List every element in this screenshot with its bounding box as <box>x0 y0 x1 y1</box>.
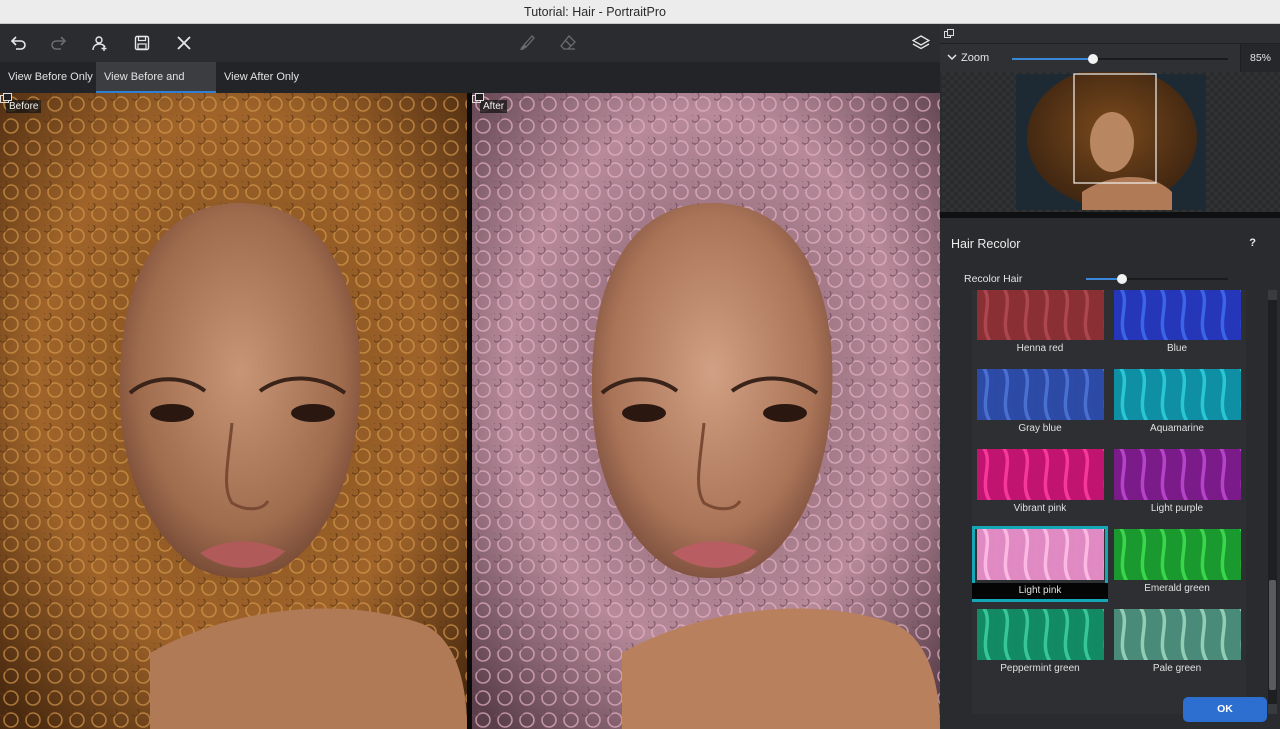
tab-view-before-and-after[interactable]: View Before and After <box>96 62 216 114</box>
help-button[interactable]: ? <box>1249 237 1256 249</box>
editor-area: View Before Only View Before and After V… <box>0 24 940 729</box>
swatch-pale-green[interactable]: Pale green <box>1109 606 1245 682</box>
swatch-preview <box>977 369 1104 420</box>
swatch-label: Emerald green <box>1144 583 1210 594</box>
title-bar: Tutorial: Hair - PortraitPro <box>0 0 1280 24</box>
swatch-label: Light pink <box>972 583 1108 599</box>
zoom-row: Zoom 85% <box>940 44 1280 72</box>
brush-icon[interactable] <box>516 32 538 54</box>
save-icon[interactable] <box>131 32 153 54</box>
redo-icon[interactable] <box>48 32 70 54</box>
swatch-light-purple[interactable]: Light purple <box>1109 446 1245 522</box>
swatch-light-pink[interactable]: Light pink <box>972 526 1108 602</box>
swatch-preview <box>977 449 1104 500</box>
zoom-label: Zoom <box>961 52 990 64</box>
window-title: Tutorial: Hair - PortraitPro <box>524 5 666 19</box>
panel-title: Hair Recolor <box>951 237 1021 251</box>
panel-header-strip <box>940 24 1280 44</box>
layers-icon[interactable] <box>910 32 932 54</box>
close-icon[interactable] <box>173 32 195 54</box>
color-swatch-grid: Henna red Blue Gray blue Aquamarine Vibr… <box>972 290 1246 714</box>
swatch-label: Peppermint green <box>1000 663 1080 674</box>
swatch-aquamarine[interactable]: Aquamarine <box>1109 366 1245 442</box>
undo-icon[interactable] <box>7 32 29 54</box>
add-person-icon[interactable] <box>89 32 111 54</box>
swatch-preview <box>977 609 1104 660</box>
view-tabs: View Before Only View Before and After V… <box>0 62 940 114</box>
swatch-emerald-green[interactable]: Emerald green <box>1109 526 1245 602</box>
swatch-blue[interactable]: Blue <box>1109 290 1245 362</box>
navigator-preview[interactable] <box>942 72 1280 212</box>
tab-view-after-only[interactable]: View After Only <box>216 62 307 93</box>
swatch-label: Pale green <box>1152 663 1202 674</box>
swatch-preview <box>1114 529 1241 580</box>
swatch-label: Light purple <box>1150 503 1204 514</box>
eraser-icon[interactable] <box>557 32 579 54</box>
undock-icon[interactable] <box>944 29 954 38</box>
zoom-value[interactable]: 85% <box>1240 44 1280 72</box>
scroll-thumb[interactable] <box>1269 580 1276 690</box>
swatch-peppermint-green[interactable]: Peppermint green <box>972 606 1108 682</box>
hair-recolor-panel: Hair Recolor ? Recolor Hair Henna red Bl… <box>940 218 1280 729</box>
expand-icon[interactable] <box>472 93 484 103</box>
swatch-label: Gray blue <box>1018 423 1062 434</box>
right-panel: Zoom 85% Hair Recolor ? Recolor Hair Hen… <box>940 24 1280 729</box>
chevron-down-icon[interactable] <box>947 52 957 62</box>
swatch-preview <box>1114 290 1241 340</box>
swatch-preview <box>977 529 1104 580</box>
scroll-up-arrow[interactable] <box>1268 290 1277 300</box>
recolor-slider-knob[interactable] <box>1117 274 1127 284</box>
scroll-down-arrow[interactable] <box>1268 704 1277 714</box>
swatch-preview <box>977 290 1104 340</box>
tab-view-before-only[interactable]: View Before Only <box>0 62 101 93</box>
swatch-gray-blue[interactable]: Gray blue <box>972 366 1108 442</box>
swatch-label: Aquamarine <box>1150 423 1204 434</box>
toolbar <box>0 24 940 62</box>
expand-icon[interactable] <box>0 93 12 103</box>
swatch-label: Vibrant pink <box>1013 503 1067 514</box>
ok-button[interactable]: OK <box>1183 697 1267 722</box>
swatch-henna-red[interactable]: Henna red <box>972 290 1108 362</box>
swatch-label: Blue <box>1166 343 1187 354</box>
swatch-preview <box>1114 609 1241 660</box>
recolor-hair-label: Recolor Hair <box>964 273 1023 285</box>
after-photo[interactable]: After <box>472 93 940 729</box>
zoom-slider-knob[interactable] <box>1088 54 1098 64</box>
swatch-preview <box>1114 369 1241 420</box>
swatch-scrollbar[interactable] <box>1268 290 1277 714</box>
zoom-slider-fill <box>1012 58 1093 60</box>
swatch-preview <box>1114 449 1241 500</box>
before-photo[interactable]: Before <box>0 93 467 729</box>
swatch-vibrant-pink[interactable]: Vibrant pink <box>972 446 1108 522</box>
swatch-label: Henna red <box>1016 343 1064 354</box>
after-label: After <box>480 100 508 113</box>
